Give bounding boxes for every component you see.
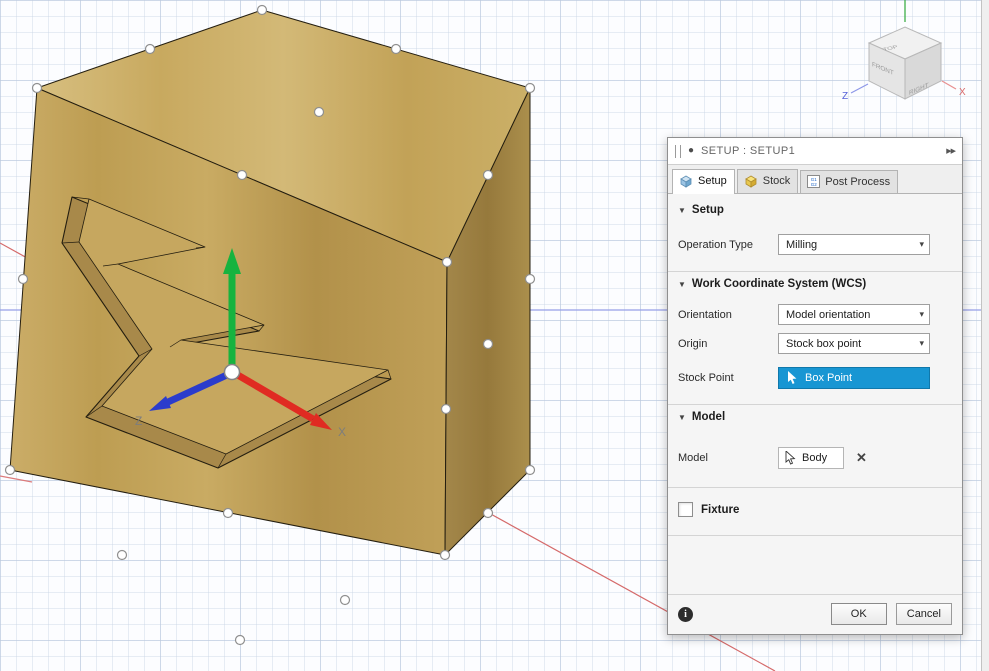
stock-point[interactable] — [524, 464, 536, 476]
body-select-label: Body — [802, 452, 828, 464]
post-process-tab-icon: G1 G2 — [807, 175, 821, 188]
stock-point[interactable] — [222, 507, 234, 519]
orientation-label: Orientation — [678, 308, 732, 321]
cursor-icon — [785, 451, 796, 465]
model-body[interactable] — [9, 9, 531, 556]
section-caret-icon[interactable]: ▼ — [678, 413, 686, 422]
x-axis-label: X — [338, 425, 346, 439]
orientation-dropdown[interactable]: Model orientation ▾ — [778, 304, 930, 325]
operation-type-label: Operation Type — [678, 238, 754, 251]
dialog-drag-handle[interactable] — [675, 144, 681, 158]
divider — [668, 487, 962, 488]
section-model-title: Model — [691, 411, 726, 423]
post-icon-g2: G2 — [810, 182, 817, 187]
stock-point[interactable] — [339, 594, 351, 606]
origin-label: Origin — [678, 337, 708, 350]
collapse-arrows-icon[interactable]: ▶▶ — [946, 147, 956, 155]
viewport[interactable]: Z X TOP FRONT RIGHT Z X ● SETUP : SETUP1… — [0, 0, 989, 671]
stock-point[interactable] — [234, 634, 246, 646]
section-setup[interactable]: ▼ Setup — [668, 198, 962, 218]
stock-point[interactable] — [4, 464, 16, 476]
operation-type-value: Milling — [786, 238, 818, 251]
stock-point[interactable] — [439, 549, 451, 561]
operation-type-dropdown[interactable]: Milling ▾ — [778, 234, 930, 255]
viewcube-z-label: Z — [842, 91, 848, 102]
tab-setup[interactable]: Setup — [672, 169, 735, 194]
origin-value: Stock box point — [786, 337, 862, 350]
caret-down-icon: ▾ — [919, 309, 924, 319]
stock-point[interactable] — [236, 169, 248, 181]
viewcube-z-axis — [850, 83, 869, 94]
tab-post-process[interactable]: G1 G2 Post Process — [800, 170, 899, 193]
section-model[interactable]: ▼ Model — [668, 405, 962, 425]
stock-point[interactable] — [256, 4, 268, 16]
view-cube[interactable]: TOP FRONT RIGHT Z X — [842, 0, 966, 102]
divider — [668, 535, 962, 536]
box-point-button[interactable]: Box Point — [778, 367, 930, 389]
stock-point[interactable] — [390, 43, 402, 55]
ok-button[interactable]: OK — [830, 603, 887, 625]
tab-stock[interactable]: Stock — [736, 169, 799, 193]
section-caret-icon[interactable]: ▼ — [678, 206, 686, 215]
stock-point[interactable] — [482, 507, 494, 519]
dialog-tabs: Setup Stock G1 G2 Post Process — [668, 165, 962, 194]
stock-point[interactable] — [31, 82, 43, 94]
body-select-button[interactable]: Body — [778, 447, 844, 469]
viewcube-x-label: X — [959, 87, 966, 98]
dialog-state-icon: ● — [688, 145, 695, 156]
dialog-footer: i OK Cancel — [668, 594, 962, 634]
dialog-body: ▼ Setup Operation Type Milling ▾ ▼ Work … — [668, 194, 962, 634]
stock-point[interactable] — [482, 338, 494, 350]
tab-stock-label: Stock — [762, 175, 791, 187]
stock-point[interactable] — [116, 549, 128, 561]
stock-point-label: Stock Point — [678, 372, 734, 384]
clear-selection-icon[interactable]: ✕ — [856, 450, 867, 466]
stock-point[interactable] — [440, 403, 452, 415]
setup-tab-icon — [679, 174, 693, 188]
section-setup-title: Setup — [691, 204, 724, 216]
setup-dialog: ● SETUP : SETUP1 ▶▶ Setup Stock G1 G2 Po… — [667, 137, 963, 635]
x-axis-line-segment — [0, 475, 33, 483]
stock-point[interactable] — [524, 82, 536, 94]
info-icon[interactable]: i — [678, 606, 693, 622]
model-row: Model Body ✕ — [668, 447, 962, 469]
stock-point[interactable] — [313, 106, 325, 118]
fixture-label: Fixture — [701, 503, 740, 516]
tab-setup-label: Setup — [698, 175, 727, 187]
origin-row: Origin Stock box point ▾ — [668, 333, 962, 354]
orientation-row: Orientation Model orientation ▾ — [668, 304, 962, 325]
model-label: Model — [678, 452, 708, 464]
origin-point[interactable] — [223, 363, 241, 381]
orientation-value: Model orientation — [786, 308, 871, 321]
cursor-icon — [788, 371, 797, 384]
stock-point[interactable] — [17, 273, 29, 285]
section-caret-icon[interactable]: ▼ — [678, 280, 686, 289]
stock-point[interactable] — [144, 43, 156, 55]
fixture-checkbox[interactable] — [678, 502, 693, 517]
viewcube-x-axis — [941, 80, 957, 90]
right-scrollbar[interactable] — [981, 0, 989, 671]
dialog-title: SETUP : SETUP1 — [701, 145, 796, 157]
stock-point[interactable] — [441, 256, 453, 268]
tab-post-process-label: Post Process — [825, 175, 891, 188]
cancel-button[interactable]: Cancel — [895, 603, 952, 625]
origin-dropdown[interactable]: Stock box point ▾ — [778, 333, 930, 354]
dialog-header: ● SETUP : SETUP1 ▶▶ — [668, 138, 962, 165]
fixture-row: Fixture — [668, 502, 962, 517]
caret-down-icon: ▾ — [919, 239, 924, 249]
operation-type-row: Operation Type Milling ▾ — [668, 234, 962, 255]
stock-point[interactable] — [524, 273, 536, 285]
section-wcs[interactable]: ▼ Work Coordinate System (WCS) — [668, 272, 962, 292]
section-wcs-title: Work Coordinate System (WCS) — [691, 278, 867, 290]
stock-tab-icon — [744, 174, 758, 188]
z-axis-label: Z — [135, 414, 142, 428]
box-point-label: Box Point — [805, 372, 853, 384]
stock-point-row: Stock Point Box Point — [668, 367, 962, 389]
stock-point[interactable] — [482, 169, 494, 181]
caret-down-icon: ▾ — [919, 338, 924, 348]
